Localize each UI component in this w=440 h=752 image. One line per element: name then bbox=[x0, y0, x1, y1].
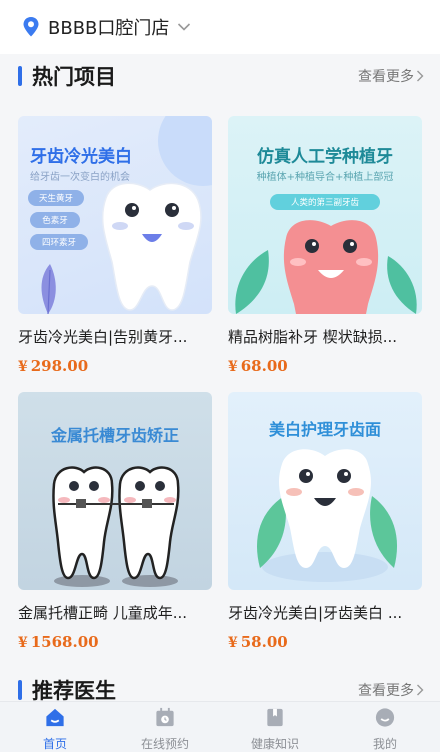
image-subtitle: 种植体+种植导合+种植上部冠 bbox=[256, 172, 394, 183]
price-value: 298.00 bbox=[30, 357, 89, 375]
product-price: ¥68.00 bbox=[228, 357, 422, 375]
home-icon bbox=[46, 708, 64, 727]
product-price: ¥1568.00 bbox=[18, 633, 212, 651]
section-accent-bar bbox=[18, 680, 22, 700]
bookmark-icon bbox=[267, 708, 283, 727]
currency-symbol: ¥ bbox=[18, 635, 28, 651]
product-image-implant: 仿真人工学种植牙 种植体+种植导合+种植上部冠 人类的第三副牙齿 bbox=[228, 116, 422, 314]
image-title: 金属托槽牙齿矫正 bbox=[50, 426, 179, 445]
tooth-mascot-icon bbox=[279, 449, 371, 568]
product-image-care: 美白护理牙齿面 bbox=[228, 392, 422, 590]
view-more-doctors-link[interactable]: 查看更多 bbox=[358, 680, 414, 700]
currency-symbol: ¥ bbox=[228, 635, 238, 651]
chevron-down-icon bbox=[178, 23, 191, 31]
currency-symbol: ¥ bbox=[18, 359, 28, 375]
tab-health[interactable]: 健康知识 bbox=[220, 702, 330, 752]
tab-label: 我的 bbox=[372, 737, 397, 751]
price-value: 1568.00 bbox=[30, 633, 99, 651]
tag-pill: 四环素牙 bbox=[30, 234, 88, 250]
product-card[interactable]: 仿真人工学种植牙 种植体+种植导合+种植上部冠 人类的第三副牙齿 精品树脂补牙 … bbox=[228, 116, 422, 386]
badge-pill: 人类的第三副牙齿 bbox=[270, 194, 380, 210]
teeth-braces-icon bbox=[52, 466, 180, 587]
view-more-hot-link[interactable]: 查看更多 bbox=[358, 66, 414, 86]
image-title: 牙齿冷光美白 bbox=[30, 147, 132, 167]
store-selector[interactable]: BBBB口腔门店 bbox=[0, 0, 440, 54]
tab-booking[interactable]: 在线预约 bbox=[110, 702, 220, 752]
tab-label: 健康知识 bbox=[250, 737, 299, 751]
product-image-braces: 金属托槽牙齿矫正 bbox=[18, 392, 212, 590]
bottom-tab-bar: 首页 在线预约 健康知识 我的 bbox=[0, 701, 440, 752]
tab-mine[interactable]: 我的 bbox=[330, 702, 440, 752]
store-name: BBBB口腔门店 bbox=[48, 18, 170, 39]
product-card[interactable]: 牙齿冷光美白 给牙齿一次变白的机会 天生黄牙 色素牙 四环素牙 牙齿冷光美白|告… bbox=[18, 116, 212, 386]
product-name[interactable]: 金属托槽正畸 儿童成年... bbox=[18, 602, 212, 623]
price-value: 68.00 bbox=[240, 357, 288, 375]
product-image-whitening: 牙齿冷光美白 给牙齿一次变白的机会 天生黄牙 色素牙 四环素牙 bbox=[18, 116, 212, 314]
section-title-hot: 热门项目 bbox=[32, 65, 116, 89]
tag-pill: 天生黄牙 bbox=[28, 190, 84, 206]
product-name[interactable]: 牙齿冷光美白|告别黄牙... bbox=[18, 326, 212, 347]
currency-symbol: ¥ bbox=[228, 359, 238, 375]
hot-section-header: 热门项目 查看更多 bbox=[0, 54, 440, 98]
price-value: 58.00 bbox=[240, 633, 288, 651]
tab-home[interactable]: 首页 bbox=[0, 702, 110, 752]
location-pin-icon bbox=[23, 17, 39, 37]
product-name[interactable]: 精品树脂补牙 楔状缺损... bbox=[228, 326, 422, 347]
image-title: 仿真人工学种植牙 bbox=[257, 147, 393, 167]
product-name[interactable]: 牙齿冷光美白|牙齿美白 ... bbox=[228, 602, 422, 623]
tooth-mascot-icon bbox=[101, 182, 202, 311]
image-title: 美白护理牙齿面 bbox=[268, 420, 381, 439]
leaf-icon bbox=[41, 264, 56, 314]
product-price: ¥58.00 bbox=[228, 633, 422, 651]
tab-label: 在线预约 bbox=[140, 737, 189, 751]
chevron-right-icon[interactable] bbox=[416, 684, 424, 696]
chevron-right-icon[interactable] bbox=[416, 70, 424, 82]
section-accent-bar bbox=[18, 66, 22, 86]
tab-label: 首页 bbox=[42, 737, 67, 751]
tooth-mascot-icon bbox=[283, 220, 379, 314]
product-card[interactable]: 金属托槽牙齿矫正 金属托槽正畸 儿童成年... ¥1568.00 bbox=[18, 392, 212, 662]
smile-face-icon bbox=[375, 708, 395, 727]
product-card[interactable]: 美白护理牙齿面 牙齿冷光美白|牙齿美白 ... ¥58.00 bbox=[228, 392, 422, 662]
calendar-icon bbox=[156, 707, 174, 727]
product-price: ¥298.00 bbox=[18, 357, 212, 375]
tag-pill: 色素牙 bbox=[30, 212, 80, 228]
